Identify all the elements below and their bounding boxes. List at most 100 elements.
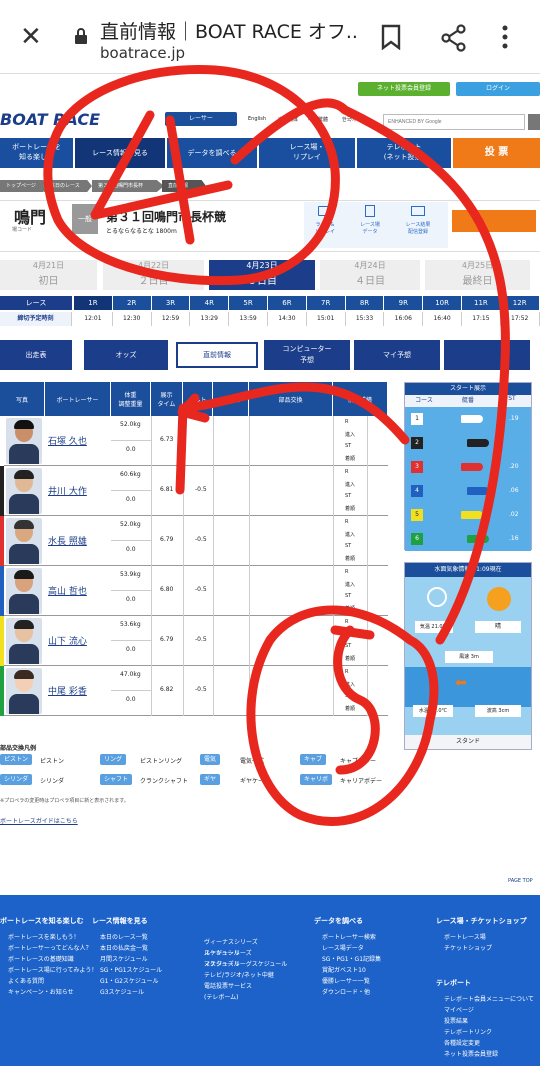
race-tab-3[interactable]: 3R xyxy=(151,296,190,310)
link-stadium-data[interactable]: レース場 データ xyxy=(356,221,384,235)
race-tab-11[interactable]: 11R xyxy=(462,296,500,310)
race-tab-5[interactable]: 5R xyxy=(229,296,267,310)
lane-color xyxy=(0,416,4,466)
day-tab-3[interactable]: 4月23日 ３日目 xyxy=(209,260,315,290)
footer-link[interactable]: 月間スケジュール xyxy=(100,954,148,965)
day-tab-5[interactable]: 4月25日 最終日 xyxy=(425,260,530,290)
search-input[interactable] xyxy=(383,114,525,130)
day-tab-4[interactable]: 4月24日 ４日目 xyxy=(320,260,420,290)
race-tab-9[interactable]: 9R xyxy=(384,296,423,310)
vote-button[interactable]: 投 票 xyxy=(453,138,540,168)
lane-color xyxy=(0,466,4,516)
footer-link[interactable]: 各種設定変更 xyxy=(444,1038,480,1049)
footer-link[interactable]: レース場データ xyxy=(322,943,364,954)
lang-en[interactable]: English xyxy=(248,116,266,122)
footer-link[interactable]: ダウンロード・他 xyxy=(322,987,370,998)
footer-link[interactable]: マイページ xyxy=(444,1005,474,1016)
racer-photo[interactable] xyxy=(6,618,42,664)
racer-name[interactable]: 山下 流心 xyxy=(48,634,87,647)
racer-name[interactable]: 中尾 彩香 xyxy=(48,684,87,697)
tab-before-info[interactable]: 直前情報 xyxy=(176,342,258,368)
breadcrumb-today[interactable]: 本日のレース xyxy=(44,180,92,192)
footer-link[interactable]: テレボートリンク xyxy=(444,1027,492,1038)
day-tab-2[interactable]: 4月22日 ２日目 xyxy=(103,260,204,290)
race-tab-1[interactable]: 1R xyxy=(74,296,112,310)
nav-data[interactable]: データを調べる xyxy=(167,138,257,168)
racer-adjust-weight: 0.0 xyxy=(126,446,136,453)
breadcrumb-event[interactable]: 第３１回鳴門市長杯 xyxy=(92,180,164,192)
lang-zh-tw[interactable]: 中文繁體 xyxy=(308,116,328,123)
racer-photo[interactable] xyxy=(6,518,42,564)
breadcrumb-top[interactable]: トップページ xyxy=(0,180,48,192)
footer-link[interactable]: 本日の払戻金一覧 xyxy=(100,943,148,954)
footer-link[interactable]: 本日のレース一覧 xyxy=(100,932,148,943)
footer-link[interactable]: ボートレース場 xyxy=(444,932,486,943)
footer-link[interactable]: G1・G2スケジュール xyxy=(100,976,159,987)
bookmark-icon[interactable] xyxy=(380,24,402,50)
footer-link[interactable]: ボートレースの基礎知識 xyxy=(8,954,74,965)
footer-link[interactable]: テレボート会員メニューについて xyxy=(444,994,534,1005)
footer-link[interactable]: ボートレース場に行ってみよう！ xyxy=(8,965,97,976)
guide-link[interactable]: ボートレースガイドはこちら xyxy=(0,816,78,825)
race-tab-6[interactable]: 6R xyxy=(268,296,306,310)
share-icon[interactable] xyxy=(440,24,468,52)
footer-link[interactable]: SG・PG1・G1記録集 xyxy=(322,954,381,965)
race-tab-2[interactable]: 2R xyxy=(112,296,151,310)
url-text[interactable]: boatrace.jp xyxy=(100,44,185,62)
race-tab-12[interactable]: 12R xyxy=(500,296,539,310)
site-logo[interactable]: BOAT RACE xyxy=(0,110,100,129)
nav-race-info[interactable]: レース情報を見る xyxy=(75,138,165,168)
tab-entry[interactable]: 出走表 xyxy=(0,340,72,370)
footer-link[interactable]: SG・PG1スケジュール xyxy=(100,965,162,976)
exhibit-time: 6.79 xyxy=(160,536,174,543)
tab-extra[interactable] xyxy=(444,340,530,370)
lang-zh-cn[interactable]: 中文简体 xyxy=(278,116,298,123)
racer-photo[interactable] xyxy=(6,568,42,614)
nav-stadium[interactable]: レース場・ リプレイ xyxy=(259,138,355,168)
tab-odds[interactable]: オッズ xyxy=(84,340,168,370)
tab-my-prediction[interactable]: マイ予想 xyxy=(354,340,440,370)
footer-link[interactable]: 電話投票サービス (テレボーム) xyxy=(204,981,252,1003)
footer-link[interactable]: G3スケジュール xyxy=(100,987,144,998)
member-register-button[interactable]: ネット投票会員登録 xyxy=(358,82,450,96)
close-icon[interactable]: ✕ xyxy=(20,24,42,50)
nav-teleboat[interactable]: テレボート (ネット投票) xyxy=(357,138,451,168)
racer-photo[interactable] xyxy=(6,468,42,514)
footer-link[interactable]: 投票結果 xyxy=(444,1016,468,1027)
parts-label: キャリアボデー xyxy=(340,778,383,785)
vote-now-button[interactable] xyxy=(452,210,536,232)
racer-photo[interactable] xyxy=(6,418,42,464)
racer-photo[interactable] xyxy=(6,668,42,714)
footer-link[interactable]: キャンペーン・お知らせ xyxy=(8,987,74,998)
footer-link[interactable]: よくある質問 xyxy=(8,976,44,987)
racer-search-button[interactable]: レーサー xyxy=(165,112,237,126)
footer-link[interactable]: ボートレーサー検索 xyxy=(322,932,376,943)
race-tab-4[interactable]: 4R xyxy=(190,296,229,310)
footer-link[interactable]: マスターズリーグスケジュール xyxy=(204,959,287,970)
racer-name[interactable]: 井川 大作 xyxy=(48,484,87,497)
footer-link[interactable]: 優勝レーサー一覧 xyxy=(322,976,370,987)
racer-name[interactable]: 石塚 久也 xyxy=(48,434,87,447)
lang-ko[interactable]: 한국어 xyxy=(342,116,356,123)
footer-link[interactable]: ネット投票会員登録 xyxy=(444,1049,498,1060)
nav-enjoy[interactable]: ボートレースを 知る楽しむ xyxy=(0,138,73,168)
footer-link[interactable]: 賞配ガベスト10 xyxy=(322,965,366,976)
footer-link[interactable]: ボートレーサーってどんな人？ xyxy=(8,943,92,954)
more-menu-icon[interactable] xyxy=(500,24,510,50)
link-live-replay[interactable]: ライブ& リプレイ xyxy=(312,221,338,235)
day-tab-1[interactable]: 4月21日 初日 xyxy=(0,260,97,290)
race-tab-8[interactable]: 8R xyxy=(345,296,384,310)
start-course-badge: 5 xyxy=(411,509,423,521)
footer-link[interactable]: ボートレースを楽しもう！ xyxy=(8,932,80,943)
racer-name[interactable]: 高山 哲也 xyxy=(48,584,87,597)
footer-link[interactable]: テレビ/ラジオ/ネット中継 xyxy=(204,970,274,981)
link-result-mail[interactable]: レース結果 配信登録 xyxy=(402,221,434,235)
race-tab-10[interactable]: 10R xyxy=(423,296,461,310)
page-top-link[interactable]: PAGE TOP xyxy=(508,876,540,886)
tab-computer-prediction[interactable]: コンピューター 予想 xyxy=(264,340,350,370)
search-button[interactable] xyxy=(528,114,540,130)
footer-link[interactable]: チケットショップ xyxy=(444,943,492,954)
login-button[interactable]: ログイン xyxy=(456,82,540,96)
race-tab-7[interactable]: 7R xyxy=(306,296,345,310)
racer-name[interactable]: 水長 照雄 xyxy=(48,534,87,547)
